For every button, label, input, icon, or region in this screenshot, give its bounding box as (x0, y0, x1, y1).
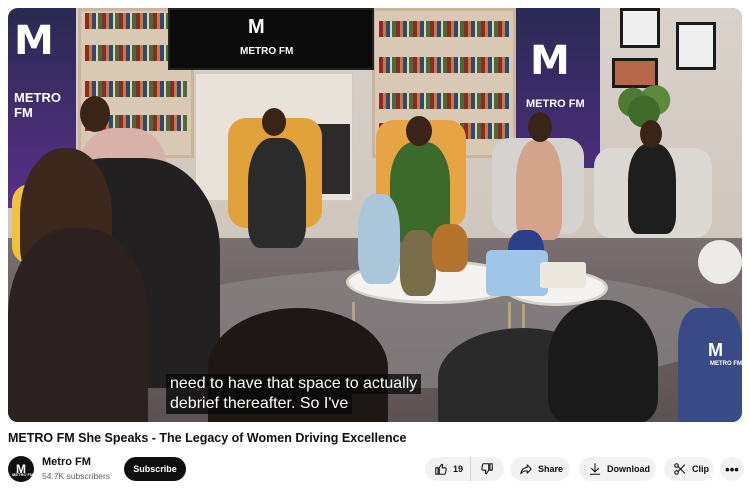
watermark-text: METRO FM (710, 361, 742, 367)
more-horizontal-icon: ••• (725, 461, 739, 477)
video-title: METRO FM She Speaks - The Legacy of Wome… (8, 431, 407, 445)
tv-brand-text: METRO FM (240, 46, 294, 57)
panelist (516, 140, 562, 240)
clip-button[interactable]: Clip (664, 457, 714, 481)
subscriber-count: 54.7K subscribers (42, 471, 111, 481)
channel-watermark: M METRO FM (708, 340, 742, 367)
panelist-head (528, 112, 552, 142)
studio-tv-screen: M METRO FM (168, 8, 374, 70)
banner-logo: M (530, 38, 570, 84)
channel-name[interactable]: Metro FM (42, 456, 91, 468)
banner-logo: M (14, 18, 54, 64)
panelist-head (80, 96, 110, 132)
banner-brand-text: METRO FM (526, 98, 585, 110)
dislike-button[interactable] (471, 457, 494, 481)
caption-line-2: debrief thereafter. So I've (166, 394, 353, 414)
like-count: 19 (453, 464, 464, 474)
avatar-subtext: METRO FM (12, 472, 34, 477)
channel-row: M METRO FM Metro FM 54.7K subscribers Su… (8, 454, 744, 486)
panelist (248, 138, 306, 248)
panelist-head (262, 108, 286, 136)
panelist-head (640, 120, 662, 148)
panelist-head (406, 116, 432, 146)
thumbs-down-icon (480, 462, 494, 476)
like-button[interactable]: 19 (425, 457, 471, 481)
download-button[interactable]: Download (579, 457, 656, 481)
more-actions-button[interactable]: ••• (720, 457, 744, 481)
vase (432, 224, 468, 272)
like-dislike-group: 19 (425, 457, 504, 481)
share-arrow-icon (519, 462, 533, 476)
channel-avatar[interactable]: M METRO FM (8, 456, 34, 482)
closed-caption: need to have that space to actually debr… (166, 374, 422, 414)
banner-brand-text: METRO FM (14, 90, 61, 120)
tv-logo: M (248, 16, 265, 38)
video-frame: M METRO FM M METRO FM M METRO FM (8, 8, 742, 422)
vase (400, 230, 436, 296)
download-icon (588, 462, 602, 476)
audience-member-headwrap (698, 240, 742, 284)
audience-member-hair (548, 300, 658, 422)
download-label: Download (607, 464, 650, 474)
caption-line-1: need to have that space to actually (166, 374, 422, 394)
scissors-icon (673, 462, 687, 476)
wall-frame (676, 22, 716, 70)
panelist (628, 144, 676, 234)
share-button[interactable]: Share (510, 457, 570, 481)
audience-member (8, 228, 148, 422)
thumbs-up-icon (434, 462, 448, 476)
subscribe-button[interactable]: Subscribe (124, 457, 186, 481)
share-label: Share (538, 464, 564, 474)
clip-label: Clip (692, 464, 709, 474)
vase (358, 194, 400, 284)
water-bottles (486, 250, 548, 296)
watermark-logo: M (708, 340, 723, 360)
wall-frame (620, 8, 660, 48)
book-stack (540, 262, 586, 288)
video-player[interactable]: M METRO FM M METRO FM M METRO FM need to… (8, 8, 742, 422)
